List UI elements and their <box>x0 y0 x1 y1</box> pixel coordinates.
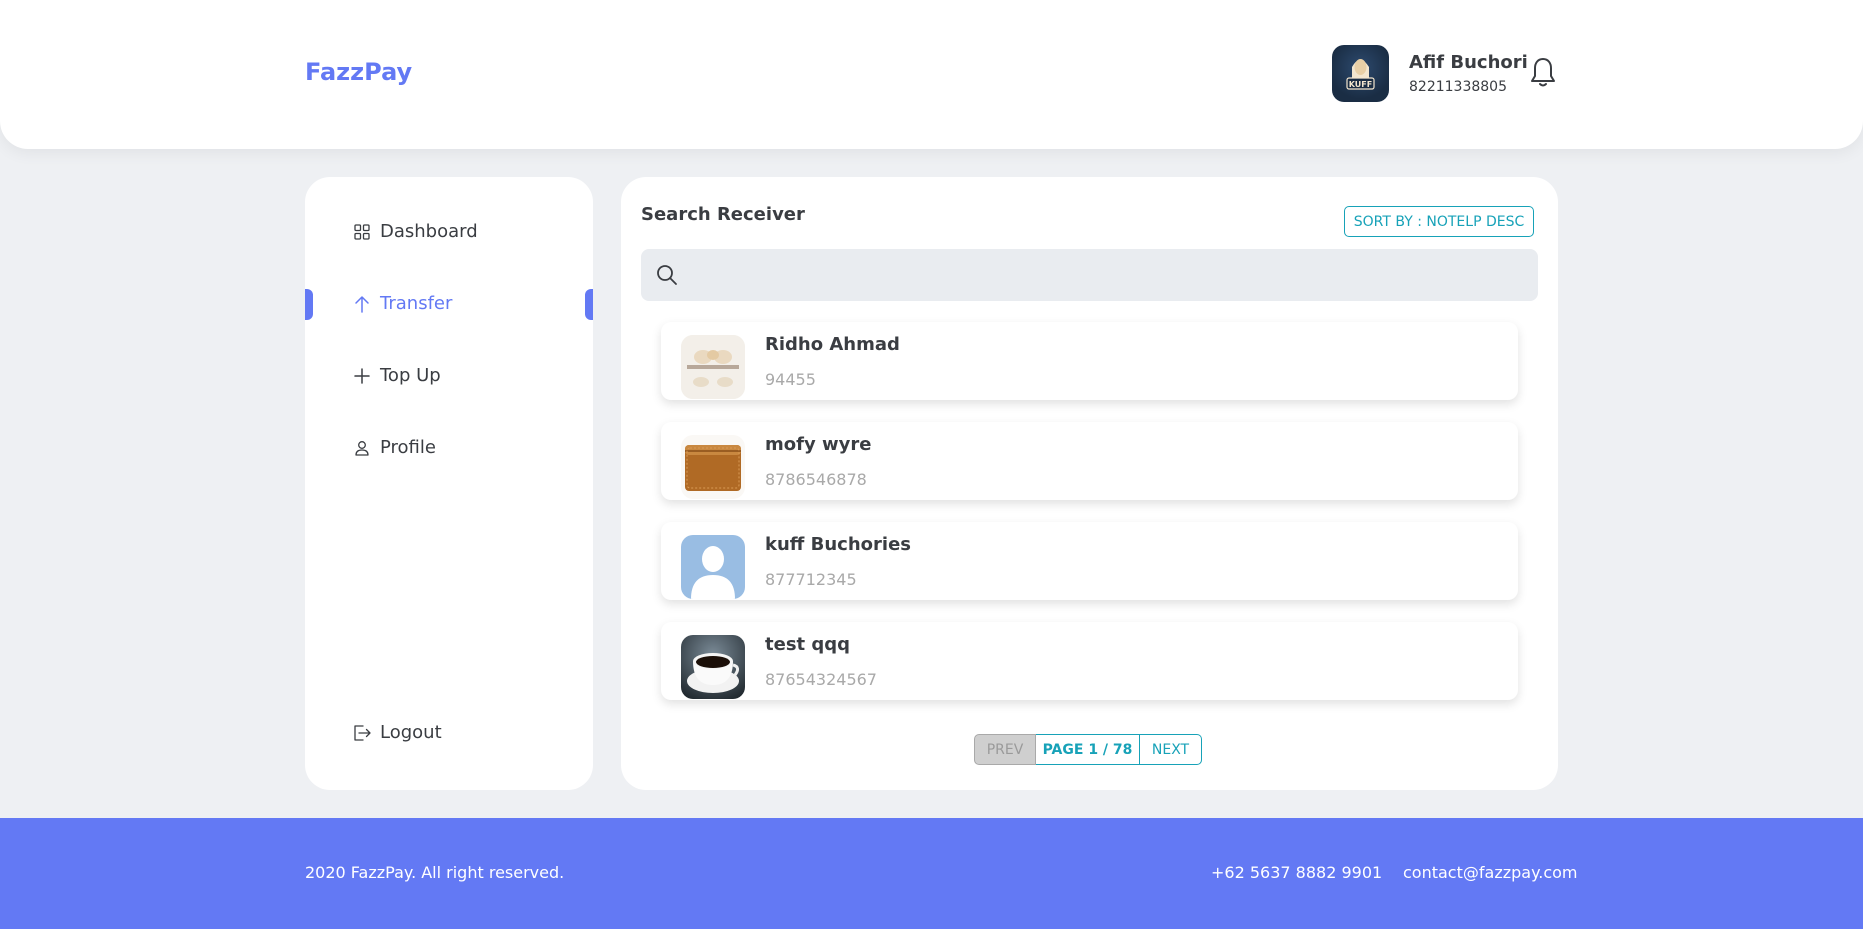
food-photo <box>681 335 745 399</box>
coffee-cup-photo <box>681 635 745 699</box>
receiver-name: Ridho Ahmad <box>765 334 900 355</box>
top-header: FazzPay KUFF Afif Buchori 82211338805 <box>0 0 1863 149</box>
page-indicator: PAGE 1 / 78 <box>1036 734 1140 765</box>
search-receiver-panel: Search Receiver SORT BY : NOTELP DESC Ri… <box>621 177 1558 790</box>
footer-phone: +62 5637 8882 9901 <box>1211 863 1383 882</box>
next-page-button[interactable]: NEXT <box>1140 734 1202 765</box>
active-indicator-left <box>305 289 313 320</box>
user-icon <box>353 439 371 457</box>
user-phone: 82211338805 <box>1409 79 1507 95</box>
receiver-item[interactable]: kuff Buchories 877712345 <box>661 522 1518 600</box>
logout-label: Logout <box>380 722 442 743</box>
logout-icon <box>353 724 371 742</box>
search-icon <box>657 265 677 285</box>
sidebar-item-label: Transfer <box>380 293 453 314</box>
footer-email[interactable]: contact@fazzpay.com <box>1403 863 1578 882</box>
wallet-photo <box>681 435 745 499</box>
receiver-name: mofy wyre <box>765 434 872 455</box>
search-input[interactable] <box>691 249 1531 301</box>
receiver-item[interactable]: mofy wyre 8786546878 <box>661 422 1518 500</box>
pagination: PREV PAGE 1 / 78 NEXT <box>974 734 1202 765</box>
avatar-logo-icon: KUFF <box>1346 59 1375 90</box>
sort-button[interactable]: SORT BY : NOTELP DESC <box>1344 206 1534 237</box>
footer: 2020 FazzPay. All right reserved. +62 56… <box>0 818 1863 929</box>
sidebar-item-profile[interactable]: Profile <box>353 437 436 458</box>
svg-text:KUFF: KUFF <box>1349 80 1372 89</box>
receiver-phone: 877712345 <box>765 570 857 589</box>
bell-icon[interactable] <box>1530 56 1556 88</box>
user-avatar[interactable]: KUFF <box>1332 45 1389 102</box>
prev-page-button[interactable]: PREV <box>974 734 1036 765</box>
active-indicator-right <box>585 289 593 320</box>
receiver-phone: 87654324567 <box>765 670 877 689</box>
sidebar-item-dashboard[interactable]: Dashboard <box>353 221 478 242</box>
user-name: Afif Buchori <box>1409 52 1528 73</box>
arrow-up-icon <box>353 295 371 313</box>
default-user-avatar <box>681 535 745 599</box>
sidebar-item-transfer[interactable]: Transfer <box>353 293 452 314</box>
search-bar <box>641 249 1538 301</box>
receiver-item[interactable]: test qqq 87654324567 <box>661 622 1518 700</box>
receiver-name: test qqq <box>765 634 851 655</box>
sidebar-item-label: Profile <box>380 437 436 458</box>
sidebar: Dashboard Transfer Top Up Profile Logout <box>305 177 593 790</box>
grid-icon <box>353 223 371 241</box>
receiver-phone: 8786546878 <box>765 470 867 489</box>
logout-button[interactable]: Logout <box>353 722 442 743</box>
sidebar-item-label: Dashboard <box>380 221 478 242</box>
sidebar-item-label: Top Up <box>380 365 441 386</box>
page-title: Search Receiver <box>641 204 805 225</box>
receiver-phone: 94455 <box>765 370 816 389</box>
footer-copyright: 2020 FazzPay. All right reserved. <box>305 863 565 882</box>
brand-logo[interactable]: FazzPay <box>305 58 412 86</box>
receiver-item[interactable]: Ridho Ahmad 94455 <box>661 322 1518 400</box>
sidebar-item-top-up[interactable]: Top Up <box>353 365 441 386</box>
receiver-name: kuff Buchories <box>765 534 911 555</box>
plus-icon <box>353 367 371 385</box>
